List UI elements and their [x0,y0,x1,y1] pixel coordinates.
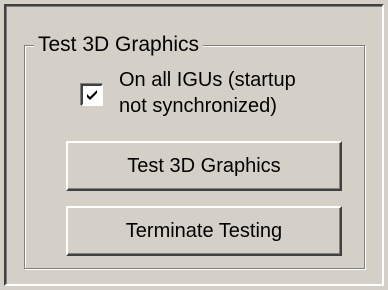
test-3d-graphics-button[interactable]: Test 3D Graphics [66,141,342,191]
igus-checkbox-label[interactable]: On all IGUs (startup not synchronized) [119,67,296,119]
checkbox-label-line2: not synchronized) [119,95,277,117]
checkbox-label-line1: On all IGUs (startup [119,69,296,91]
terminate-testing-button[interactable]: Terminate Testing [66,206,342,256]
checkmark-icon [87,90,97,100]
igus-checkbox[interactable] [81,84,103,106]
groupbox-title: Test 3D Graphics [34,30,204,60]
